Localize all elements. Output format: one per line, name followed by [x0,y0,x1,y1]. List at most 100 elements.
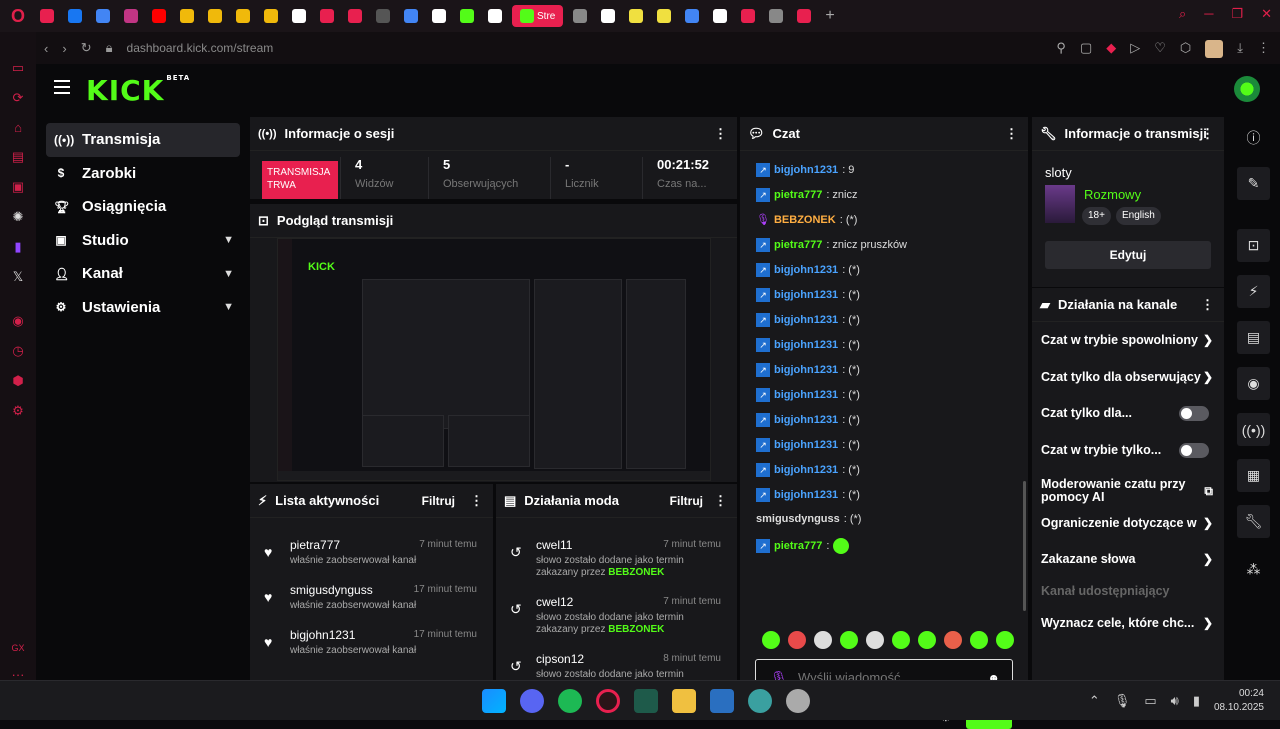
chat-username[interactable]: bigjohn1231 [774,339,838,351]
channel-action-item[interactable]: Moderowanie czatu przy pomocy AI ⧉ [1041,478,1217,504]
external-link-icon[interactable]: ⧉ [1204,484,1213,499]
mod-action-item[interactable]: ↺ cipson12 8 minut temu słowo zostało dodan… [496,644,737,680]
chat-username[interactable]: bigjohn1231 [774,164,838,176]
edit-stream-button[interactable]: Edytuj [1045,241,1211,269]
emote-icon[interactable] [788,631,806,649]
chat-username[interactable]: bigjohn1231 [774,264,838,276]
emote-icon[interactable] [944,631,962,649]
chat-username[interactable]: bigjohn1231 [774,439,838,451]
emote-icon[interactable] [814,631,832,649]
browser-tab[interactable] [204,5,226,27]
tray-network-icon[interactable]: ▭ [1144,693,1156,709]
chat-message[interactable]: 🎙︎ BEBZONEK: (*) [756,213,857,227]
chat-icon[interactable]: ◉ [1237,367,1270,400]
browser-tab[interactable] [260,5,282,27]
sidebar-item-transmisja[interactable]: ((•)) Transmisja [46,123,240,157]
toggle-switch[interactable] [1179,442,1209,458]
close-icon[interactable]: ✕ [1261,6,1272,22]
chat-message[interactable]: ↗ bigjohn1231: (*) [756,313,860,327]
taskbar-clock[interactable]: 00:24 08.10.2025 [1214,687,1264,715]
undo-icon[interactable]: ↺ [510,601,522,618]
hamburger-icon[interactable] [54,80,70,94]
tray-battery-icon[interactable]: ▮ [1193,693,1200,709]
browser-tab[interactable] [92,5,114,27]
info-icon[interactable]: ⓘ [1237,121,1270,154]
sidebar-item-kanał[interactable]: 👤︎ Kanał ▼ [46,257,240,291]
browser-tab[interactable]: Stre [512,5,564,27]
chevron-down-icon[interactable]: ▼ [223,268,234,280]
browser-tab[interactable] [120,5,142,27]
news-icon[interactable]: ▤ [9,149,27,165]
browser-tab[interactable] [232,5,254,27]
browser-globe-icon[interactable] [748,689,772,713]
pencil-icon[interactable]: ✎ [1237,167,1270,200]
steam-icon[interactable] [786,689,810,713]
snapshot-icon[interactable]: ▢ [1080,40,1092,58]
cube-icon[interactable]: ⬢ [9,373,27,389]
chat-message[interactable]: ↗ bigjohn1231: (*) [756,338,860,352]
forward-icon[interactable]: › [62,41,66,56]
chat-message[interactable]: smigusdynguss: (*) [756,513,861,525]
browser-tab[interactable] [456,5,478,27]
chat-message[interactable]: ↗ bigjohn1231: 9 [756,163,854,177]
chat-message[interactable]: ↗ bigjohn1231: (*) [756,413,860,427]
menu-icon[interactable]: ⋮ [1257,40,1270,58]
chat-username[interactable]: smigusdynguss [756,513,840,525]
browser-tab[interactable] [681,5,703,27]
gamepad-icon[interactable]: ▭ [9,60,27,76]
chat-message[interactable]: ↗ pietra777: znicz pruszków [756,238,907,252]
history-icon[interactable]: ◷ [9,343,27,359]
chat-message[interactable]: ↗ bigjohn1231: (*) [756,388,860,402]
chat-message[interactable]: ↗ bigjohn1231: (*) [756,438,860,452]
browser-tab[interactable] [344,5,366,27]
chat-username[interactable]: BEBZONEK [774,214,836,226]
undo-icon[interactable]: ↺ [510,658,522,675]
url-text[interactable]: dashboard.kick.com/stream [127,41,274,55]
player-icon[interactable]: ◉ [9,313,27,329]
chevron-down-icon[interactable]: ▼ [223,234,234,246]
activity-item[interactable]: ♥ bigjohn1231 17 minut temu właśnie zaobser… [250,620,493,666]
x-icon[interactable]: 𝕏 [9,269,27,285]
refresh-icon[interactable]: ⟳ [9,90,27,106]
new-tab-icon[interactable]: + [825,7,834,25]
undo-icon[interactable]: ↺ [510,544,522,561]
doc-icon[interactable]: ▤ [1237,321,1270,354]
chat-message[interactable]: ↗ bigjohn1231: (*) [756,363,860,377]
channel-action-item[interactable]: Czat w trybie spowolniony ❯ [1041,333,1217,347]
broadcast-tool-icon[interactable]: ((•)) [1237,413,1270,446]
layout-icon[interactable]: ▦ [1237,459,1270,492]
chat-username[interactable]: pietra777 [774,239,822,251]
sidebar-item-zarobki[interactable]: $ Zarobki [46,157,240,191]
activity-more-icon[interactable]: ⋮ [470,493,483,509]
browser-tab[interactable] [765,5,787,27]
download-icon[interactable]: ⤓ [1237,40,1243,58]
browser-tab[interactable] [793,5,815,27]
search-tabs-icon[interactable]: ⌕ [1179,6,1186,22]
heart-icon[interactable]: ♡ [1154,40,1166,58]
activity-user[interactable]: smigusdynguss [290,583,373,597]
kick-logo[interactable]: KICK BETA [86,74,190,107]
browser-tab[interactable] [176,5,198,27]
channel-action-item[interactable]: Ograniczenie dotyczące w ❯ [1041,516,1217,530]
opera-gx-icon[interactable] [596,689,620,713]
chat-username[interactable]: bigjohn1231 [774,314,838,326]
tray-chevron-icon[interactable]: ⌃ [1089,693,1100,709]
category-name[interactable]: Rozmowy [1084,187,1141,202]
spotify-icon[interactable] [558,689,582,713]
start-icon[interactable] [482,689,506,713]
browser-tab[interactable] [709,5,731,27]
chat-scrollbar[interactable] [1023,481,1026,611]
chevron-down-icon[interactable]: ▼ [223,301,234,313]
channel-action-item[interactable]: Kanał udostępniający [1041,584,1217,598]
wrench-tool-icon[interactable]: 🔧︎ [1237,505,1270,538]
profile-avatar[interactable] [1205,40,1224,58]
channel-action-item[interactable]: Czat tylko dla... [1041,405,1217,421]
browser-tab[interactable] [737,5,759,27]
browser-tab[interactable] [428,5,450,27]
shield-icon[interactable]: ◆ [1106,40,1116,58]
chat-message[interactable]: ↗ bigjohn1231: (*) [756,263,860,277]
play-icon[interactable]: ▷ [1130,40,1140,58]
opera-logo-icon[interactable]: O [0,0,36,32]
browser-tab[interactable] [36,5,58,27]
browser-tab[interactable] [372,5,394,27]
